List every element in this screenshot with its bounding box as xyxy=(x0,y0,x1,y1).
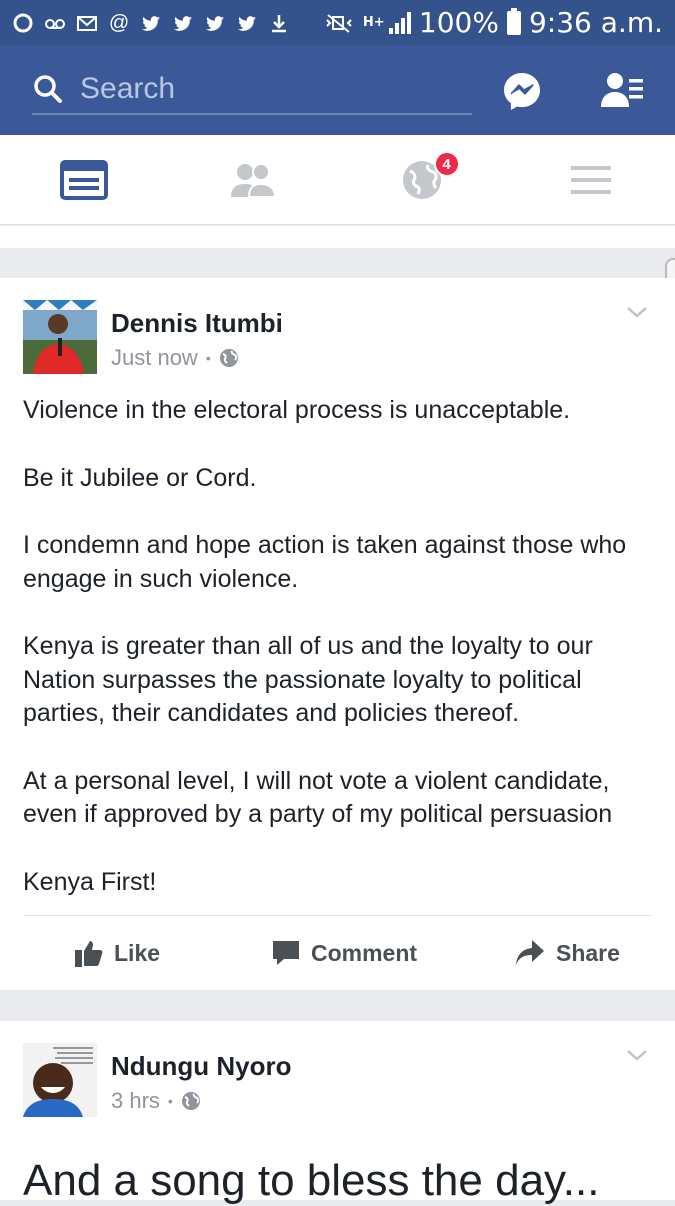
clock: 9:36 a.m. xyxy=(528,6,663,39)
meta-separator: • xyxy=(205,350,211,366)
download-icon xyxy=(268,12,290,34)
share-icon xyxy=(514,938,546,968)
post-body: Violence in the electoral process is una… xyxy=(23,394,653,933)
friends-icon[interactable] xyxy=(230,161,277,199)
tab-notifications[interactable]: 4 xyxy=(338,135,507,224)
globe-icon xyxy=(181,1091,201,1111)
meta-separator: • xyxy=(167,1093,173,1109)
network-type: H+ xyxy=(362,14,385,30)
at-icon: @ xyxy=(108,11,130,34)
post-author[interactable]: Ndungu Nyoro xyxy=(111,1051,292,1082)
chevron-down-icon[interactable] xyxy=(625,1043,649,1067)
like-button[interactable]: Like xyxy=(74,930,160,976)
post-text-large: And a song to bless the day... xyxy=(23,1156,600,1205)
circle-icon xyxy=(12,12,34,34)
notification-icons: @ xyxy=(12,12,290,34)
post-author[interactable]: Dennis Itumbi xyxy=(111,308,283,339)
share-label: Share xyxy=(556,939,620,966)
tab-friends[interactable] xyxy=(169,135,338,224)
search-input[interactable] xyxy=(80,72,440,106)
comment-icon xyxy=(271,938,301,968)
post-paragraph: I condemn and hope action is taken again… xyxy=(23,531,627,593)
status-right: H+ 100% 9:36 a.m. xyxy=(325,6,663,39)
menu-icon[interactable] xyxy=(570,163,612,197)
feed-spacer xyxy=(0,226,675,248)
battery-percent: 100% xyxy=(418,6,499,39)
mute-icon xyxy=(325,12,355,34)
thumbs-up-icon xyxy=(74,938,104,968)
avatar[interactable] xyxy=(23,300,97,374)
twitter-icon xyxy=(140,12,162,34)
notification-badge: 4 xyxy=(433,151,460,177)
post-paragraph: Kenya First! xyxy=(23,867,157,896)
avatar[interactable] xyxy=(23,1043,97,1117)
post-meta: 3 hrs • xyxy=(111,1088,201,1114)
twitter-icon xyxy=(236,12,258,34)
twitter-icon xyxy=(172,12,194,34)
chevron-down-icon[interactable] xyxy=(625,300,649,324)
comment-label: Comment xyxy=(311,939,418,966)
twitter-icon xyxy=(204,12,226,34)
post-time[interactable]: 3 hrs xyxy=(111,1088,160,1114)
post-meta: Just now • xyxy=(111,345,239,371)
friend-requests-icon[interactable] xyxy=(598,69,646,113)
post-paragraph: Be it Jubilee or Cord. xyxy=(23,463,257,492)
post-paragraph: Violence in the electoral process is una… xyxy=(23,396,571,424)
app-header xyxy=(0,45,675,135)
tab-news-feed[interactable] xyxy=(0,135,169,224)
post-time[interactable]: Just now xyxy=(111,345,198,371)
search-bar[interactable] xyxy=(32,65,472,115)
post-paragraph: Kenya is greater than all of us and the … xyxy=(23,632,593,727)
comment-button[interactable]: Comment xyxy=(271,930,417,976)
messenger-button[interactable] xyxy=(498,67,546,115)
like-label: Like xyxy=(114,939,161,966)
share-button[interactable]: Share xyxy=(514,930,620,976)
mail-icon xyxy=(76,12,98,34)
battery-icon xyxy=(506,7,521,35)
action-divider xyxy=(23,915,652,916)
recorder-icon xyxy=(44,12,66,34)
globe-icon xyxy=(219,348,239,368)
tab-menu[interactable] xyxy=(506,135,675,224)
tab-bar: 4 xyxy=(0,135,675,225)
friend-requests-button[interactable] xyxy=(598,67,646,115)
status-bar: @ H+ 100% 9:36 a.m. xyxy=(0,0,675,45)
search-icon[interactable] xyxy=(32,73,64,105)
post-paragraph: At a personal level, I will not vote a v… xyxy=(23,766,613,829)
news-feed-icon[interactable] xyxy=(60,159,109,200)
signal-icon xyxy=(388,11,411,34)
messenger-icon[interactable] xyxy=(500,69,544,113)
